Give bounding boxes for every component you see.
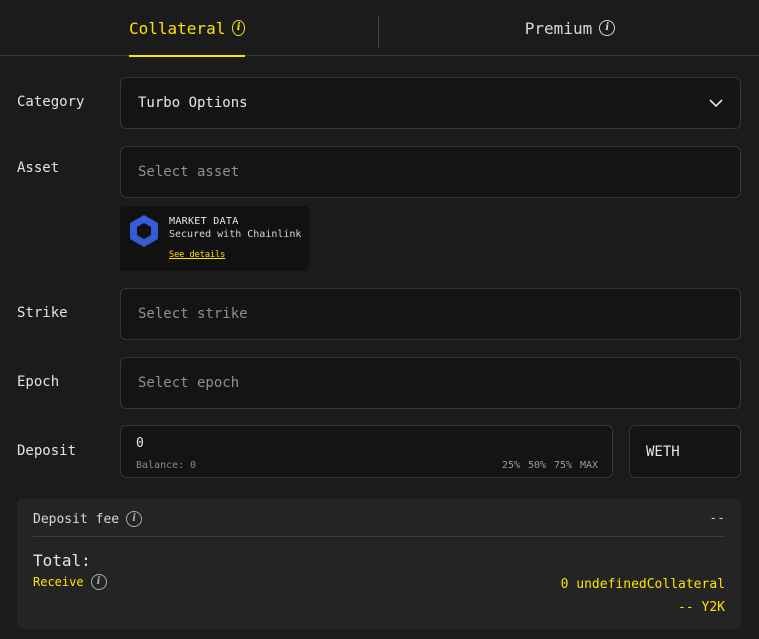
- epoch-label: Epoch: [17, 374, 60, 390]
- epoch-select[interactable]: Select epoch: [120, 357, 741, 409]
- strike-select[interactable]: Select strike: [120, 288, 741, 340]
- percent-50-button[interactable]: 50%: [528, 460, 546, 471]
- receive-label: Receive: [33, 575, 84, 589]
- info-icon[interactable]: i: [232, 20, 245, 36]
- category-label: Category: [17, 94, 85, 110]
- tab-bar: Collateral i Premium i: [0, 0, 759, 57]
- receive-value-y2k: -- Y2K: [678, 600, 725, 615]
- tab-collateral-label: Collateral: [129, 18, 226, 38]
- chevron-down-icon: [709, 99, 723, 108]
- asset-select[interactable]: Select asset: [120, 146, 741, 198]
- percent-75-button[interactable]: 75%: [554, 460, 572, 471]
- summary-panel: Deposit fee i -- Total: Receive i 0 unde…: [17, 498, 741, 629]
- epoch-placeholder: Select epoch: [138, 375, 240, 391]
- tab-divider: [378, 15, 379, 48]
- tab-premium[interactable]: Premium i: [520, 0, 620, 56]
- tab-premium-label: Premium: [524, 18, 593, 38]
- total-label: Total:: [33, 551, 91, 570]
- deposit-input[interactable]: 0 Balance: 0 25% 50% 75% MAX: [120, 425, 613, 478]
- info-icon[interactable]: i: [126, 511, 143, 527]
- deposit-amount[interactable]: 0: [136, 436, 144, 451]
- tab-collateral[interactable]: Collateral i: [129, 0, 245, 57]
- strike-placeholder: Select strike: [138, 306, 248, 322]
- deposit-balance: Balance: 0: [136, 460, 197, 471]
- info-icon[interactable]: i: [599, 20, 616, 36]
- percent-25-button[interactable]: 25%: [502, 460, 520, 471]
- deposit-fee-label: Deposit fee: [33, 511, 120, 527]
- chainlink-icon: [130, 215, 158, 247]
- market-data-subtitle: Secured with Chainlink: [169, 229, 302, 240]
- deposit-fee-row: Deposit fee i: [33, 511, 143, 527]
- max-button[interactable]: MAX: [580, 460, 598, 471]
- deposit-fee-value: --: [709, 511, 725, 526]
- strike-label: Strike: [17, 305, 68, 321]
- active-tab-indicator: [129, 55, 245, 57]
- receive-row: Receive i: [33, 574, 107, 590]
- asset-placeholder: Select asset: [138, 164, 240, 180]
- info-icon[interactable]: i: [90, 574, 107, 590]
- deposit-label: Deposit: [17, 443, 77, 459]
- market-data-title: MARKET DATA: [169, 216, 239, 227]
- category-select[interactable]: Turbo Options: [120, 77, 741, 129]
- asset-label: Asset: [17, 160, 60, 176]
- token-label: WETH: [646, 443, 680, 460]
- receive-value: 0 undefinedCollateral: [560, 577, 725, 592]
- see-details-link[interactable]: See details: [169, 250, 225, 260]
- category-value: Turbo Options: [138, 95, 248, 111]
- divider: [33, 536, 725, 537]
- token-select[interactable]: WETH: [629, 425, 741, 478]
- market-data-badge: MARKET DATA Secured with Chainlink See d…: [120, 206, 309, 271]
